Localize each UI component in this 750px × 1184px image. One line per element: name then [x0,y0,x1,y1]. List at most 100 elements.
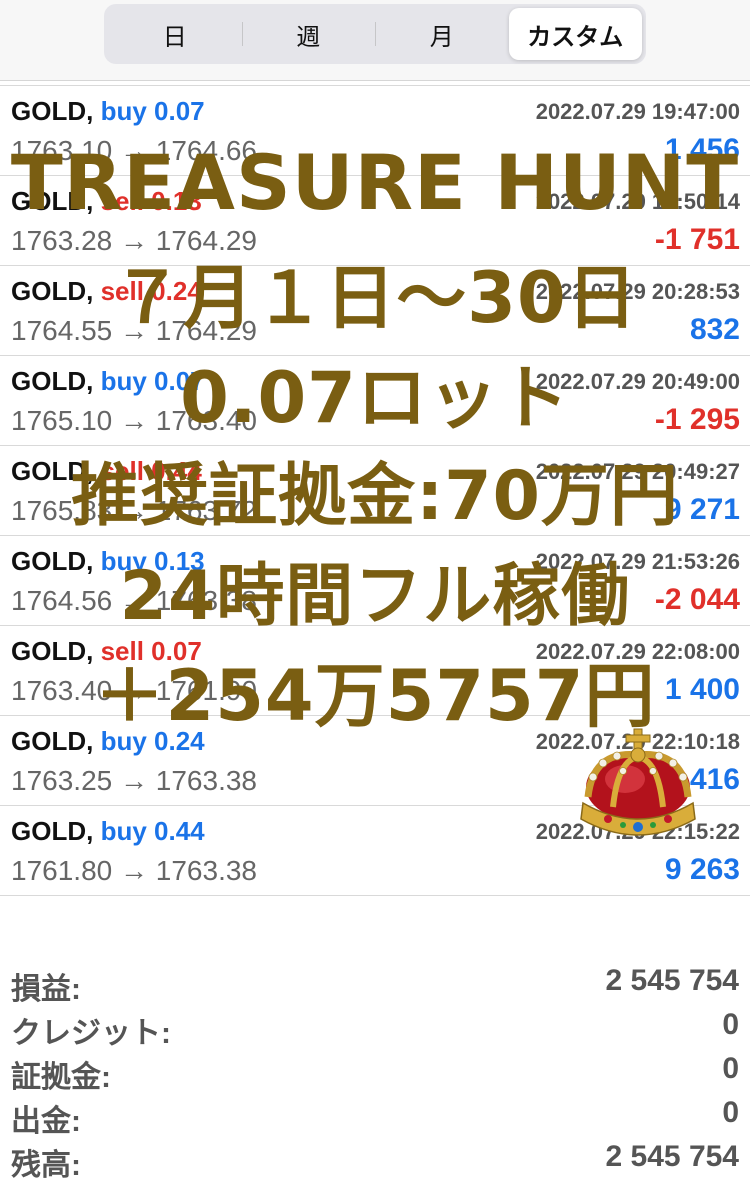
trade-prices: 1764.55 → 1764.29 [11,315,257,347]
trade-profit: 832 [689,313,740,346]
summary-row-credit: クレジット: 0 [0,1002,750,1050]
trade-prices: 1763.40 → 1761.90 [11,675,257,707]
trade-title: GOLD, sell 0.24 [11,276,202,307]
trade-prices: 1763.25 → 1763.38 [11,765,257,797]
trade-row[interactable]: GOLD, buy 0.07 2022.07.29 20:49:00 1765.10… [0,356,750,446]
trade-side: buy 0.13 [100,546,205,576]
summary-value: 0 [722,1052,739,1085]
summary-value: 2 545 754 [605,964,739,997]
trade-open-price: 1763.28 [11,225,113,256]
trade-side: buy 0.44 [100,816,205,846]
summary-row-withdrawal: 出金: 0 [0,1090,750,1138]
trade-profit: 1 400 [664,673,740,706]
trade-row[interactable]: GOLD, sell 0.13 2022.07.29 19:50:14 1763.2… [0,176,750,266]
period-selector-bar: 日 週 月 カスタム [0,0,750,81]
trade-open-price: 1763.25 [11,765,113,796]
arrow-icon: → [120,765,148,796]
trade-symbol: GOLD, [11,96,94,126]
trade-time: 2022.07.29 19:47:00 [535,99,740,124]
trade-close-price: 1763.72 [155,495,257,526]
period-segmented-control: 日 週 月 カスタム [104,4,646,64]
trade-close-price: 1764.66 [155,135,257,166]
trade-profit: -1 295 [654,403,740,436]
trade-time: 2022.07.29 20:28:53 [535,279,740,304]
trade-open-price: 1763.40 [11,675,113,706]
trade-profit: 9 271 [664,493,740,526]
arrow-icon: → [120,225,148,256]
trade-title: GOLD, buy 0.07 [11,96,205,127]
trade-title: GOLD, sell 0.44 [11,456,202,487]
summary-value: 0 [722,1096,739,1129]
trade-profit: 416 [689,763,740,796]
trade-prices: 1765.83 → 1763.72 [11,495,257,527]
arrow-icon: → [120,315,148,346]
trade-side: buy 0.24 [100,726,205,756]
trade-close-price: 1764.29 [155,225,257,256]
trade-prices: 1765.10 → 1763.40 [11,405,257,437]
trade-title: GOLD, buy 0.07 [11,366,205,397]
summary-value: 0 [722,1008,739,1041]
arrow-icon: → [120,585,148,616]
trade-side: sell 0.07 [100,636,202,666]
tab-day[interactable]: 日 [108,8,242,60]
trade-close-price: 1763.38 [155,765,257,796]
tab-month[interactable]: 月 [375,8,509,60]
trade-close-price: 1763.40 [155,405,257,436]
trade-row[interactable]: GOLD, sell 0.07 2022.07.29 22:08:00 1763.4… [0,626,750,716]
arrow-icon: → [120,675,148,706]
trade-row[interactable]: GOLD, sell 0.24 2022.07.29 20:28:53 1764.5… [0,266,750,356]
trade-close-price: 1763.38 [155,855,257,886]
trade-open-price: 1765.10 [11,405,113,436]
trade-profit: 1 456 [664,133,740,166]
trade-row[interactable]: GOLD, buy 0.07 2022.07.29 19:47:00 1763.10… [0,86,750,176]
trade-prices: 1761.80 → 1763.38 [11,855,257,887]
summary-row-deposit: 証拠金: 0 [0,1046,750,1094]
trade-profit: -1 751 [654,223,740,256]
trade-time: 2022.07.29 20:49:27 [535,459,740,484]
trade-prices: 1763.28 → 1764.29 [11,225,257,257]
trade-title: GOLD, buy 0.13 [11,546,205,577]
trade-side: sell 0.13 [100,186,202,216]
trade-prices: 1763.10 → 1764.66 [11,135,257,167]
trade-title: GOLD, sell 0.07 [11,636,202,667]
trade-open-price: 1764.56 [11,585,113,616]
trade-open-price: 1761.80 [11,855,113,886]
trade-close-price: 1763.38 [155,585,257,616]
trade-title: GOLD, sell 0.13 [11,186,202,217]
trade-close-price: 1761.90 [155,675,257,706]
trade-row[interactable]: GOLD, sell 0.44 2022.07.29 20:49:27 1765.8… [0,446,750,536]
trade-row[interactable]: GOLD, buy 0.44 2022.07.29 22:15:22 1761.80… [0,806,750,896]
arrow-icon: → [120,135,148,166]
trade-open-price: 1763.10 [11,135,113,166]
trade-symbol: GOLD, [11,276,94,306]
trade-symbol: GOLD, [11,816,94,846]
summary-row-profit: 損益: 2 545 754 [0,958,750,1006]
trade-side: sell 0.44 [100,456,202,486]
trade-profit: 9 263 [664,853,740,886]
trade-prices: 1764.56 → 1763.38 [11,585,257,617]
trade-time: 2022.07.29 19:50:14 [535,189,740,214]
trade-symbol: GOLD, [11,546,94,576]
trade-title: GOLD, buy 0.24 [11,726,205,757]
trade-side: buy 0.07 [100,96,205,126]
trade-symbol: GOLD, [11,636,94,666]
trade-row[interactable]: GOLD, buy 0.13 2022.07.29 21:53:26 1764.56… [0,536,750,626]
arrow-icon: → [120,495,148,526]
trade-symbol: GOLD, [11,186,94,216]
trade-symbol: GOLD, [11,456,94,486]
trade-side: sell 0.24 [100,276,202,306]
tab-week[interactable]: 週 [241,8,376,60]
summary-label: 残高: [11,1149,81,1182]
trade-title: GOLD, buy 0.44 [11,816,205,847]
trade-symbol: GOLD, [11,366,94,396]
trade-symbol: GOLD, [11,726,94,756]
summary-value: 2 545 754 [605,1140,739,1173]
trade-row[interactable]: GOLD, buy 0.24 2022.07.29 22:10:18 1763.25… [0,716,750,806]
trade-time: 2022.07.29 20:49:00 [535,369,740,394]
trade-time: 2022.07.29 22:08:00 [535,639,740,664]
trade-close-price: 1764.29 [155,315,257,346]
arrow-icon: → [120,405,148,436]
trade-side: buy 0.07 [100,366,205,396]
summary-row-balance: 残高: 2 545 754 [0,1134,750,1182]
tab-custom[interactable]: カスタム [508,8,642,60]
